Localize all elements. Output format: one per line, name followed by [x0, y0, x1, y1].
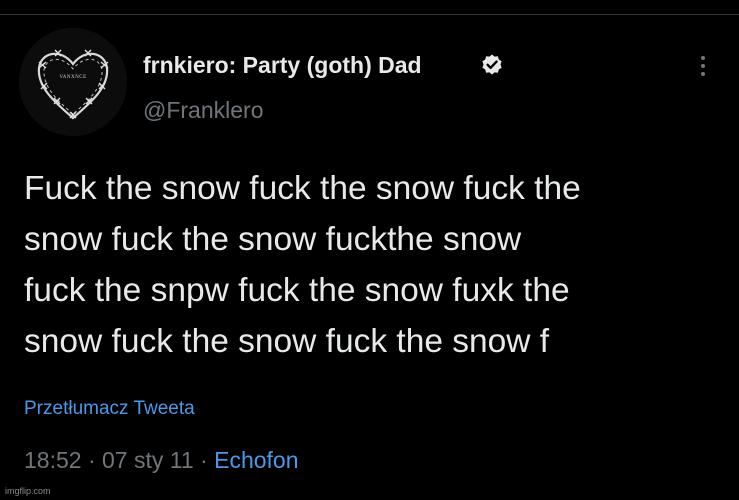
user-handle[interactable]: @Franklero [143, 97, 264, 124]
watermark: imgflip.com [5, 486, 51, 496]
avatar[interactable]: VANXNCE [19, 28, 127, 136]
tweet-source-link[interactable]: Echofon [214, 447, 298, 473]
more-dot [701, 72, 705, 76]
tweet-line: Fuck the snow fuck the snow fuck the [24, 170, 581, 207]
tweet-text: Fuck the snow fuck the snow fuck the sno… [24, 163, 724, 367]
more-options-icon[interactable] [693, 53, 713, 81]
tweet-meta: 18:52 · 07 sty 11 · Echofon [24, 447, 299, 474]
tweet-line: snow fuck the snow fuckthe snow [24, 221, 522, 258]
translate-tweet-link[interactable]: Przetłumacz Tweeta [24, 398, 195, 420]
tweet-time[interactable]: 18:52 [24, 447, 82, 473]
avatar-text: VANXNCE [59, 75, 86, 80]
tweet-date[interactable]: 07 sty 11 [102, 447, 194, 473]
tweet-line: snow fuck the snow fuck the snow f [24, 323, 550, 360]
tweet-line: fuck the snpw fuck the snow fuxk the [24, 272, 570, 309]
top-divider [0, 14, 739, 15]
meta-separator: · [193, 447, 215, 473]
more-dot [701, 56, 705, 60]
more-dot [701, 64, 705, 68]
verified-badge-icon [482, 54, 502, 75]
meta-separator: · [81, 447, 103, 473]
barbed-heart-icon: VANXNCE [19, 28, 127, 136]
display-name[interactable]: frnkiero: Party (goth) Dad [143, 52, 422, 79]
